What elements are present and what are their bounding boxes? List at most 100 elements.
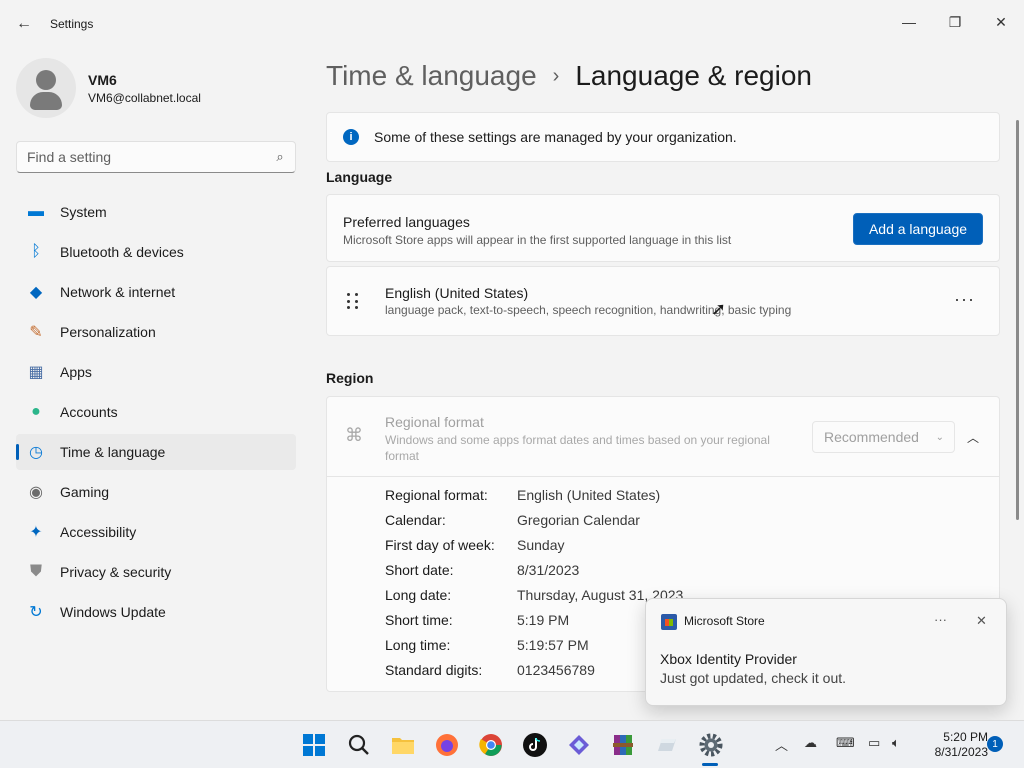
- format-value: 5:19:57 PM: [517, 637, 589, 653]
- minimize-button[interactable]: —: [886, 6, 932, 38]
- sidebar-item-label: Privacy & security: [60, 564, 172, 580]
- region-heading: Region: [326, 370, 374, 386]
- accessibility-icon: ✦: [29, 524, 43, 541]
- person-icon: ●: [31, 403, 41, 420]
- chevron-up-icon[interactable]: ︿: [967, 429, 979, 446]
- user-profile[interactable]: VM6 VM6@collabnet.local: [16, 58, 201, 118]
- format-row: Short time: 5:19 PM: [385, 612, 683, 637]
- format-row: Standard digits: 0123456789: [385, 662, 683, 687]
- copilot-button[interactable]: [565, 731, 593, 759]
- sidebar-item-windows-update[interactable]: ↻ Windows Update: [16, 594, 296, 630]
- sidebar-item-bluetooth[interactable]: ᛒ Bluetooth & devices: [16, 234, 296, 270]
- onedrive-icon[interactable]: ☁: [804, 735, 817, 751]
- sidebar-item-label: Accessibility: [60, 524, 137, 540]
- winrar-button[interactable]: [609, 731, 637, 759]
- search-icon: ⌕: [276, 149, 284, 164]
- format-label: Standard digits:: [385, 662, 483, 678]
- format-label: Long time:: [385, 637, 451, 653]
- search-icon: [348, 734, 369, 755]
- profile-name: VM6: [88, 71, 117, 88]
- globe-clock-icon: ◷: [29, 444, 43, 461]
- restore-icon: ❐: [948, 13, 962, 30]
- minimize-icon: —: [902, 14, 916, 30]
- volume-icon[interactable]: 🔈︎: [892, 735, 900, 751]
- search-box[interactable]: ⌕: [16, 141, 296, 173]
- sidebar-item-privacy[interactable]: ⛊ Privacy & security: [16, 554, 296, 590]
- sidebar-item-personalization[interactable]: ✎ Personalization: [16, 314, 296, 350]
- close-button[interactable]: ✕: [978, 6, 1024, 38]
- scrollbar[interactable]: [1016, 120, 1019, 520]
- regional-format-header[interactable]: ⌘ Regional format Windows and some apps …: [327, 397, 999, 477]
- back-arrow-icon: ←: [16, 15, 32, 32]
- format-label: First day of week:: [385, 537, 495, 553]
- sidebar-item-accessibility[interactable]: ✦ Accessibility: [16, 514, 296, 550]
- format-value: 5:19 PM: [517, 612, 570, 628]
- maximize-button[interactable]: ❐: [932, 6, 978, 38]
- notification-badge[interactable]: 1: [987, 736, 1003, 752]
- archive-icon: [613, 735, 633, 755]
- sidebar-item-apps[interactable]: ▦ Apps: [16, 354, 296, 390]
- format-label: Long date:: [385, 587, 452, 603]
- back-button[interactable]: ←: [12, 12, 36, 36]
- sidebar-item-label: Windows Update: [60, 604, 166, 620]
- taskbar-search-button[interactable]: [345, 731, 373, 759]
- tiktok-button[interactable]: [521, 731, 549, 759]
- clock-time: 5:20 PM: [943, 730, 988, 744]
- network-icon[interactable]: ▭: [868, 735, 880, 751]
- breadcrumb-parent[interactable]: Time & language: [326, 60, 537, 92]
- mouse-cursor-icon: ➚: [711, 299, 727, 319]
- sidebar-item-label: Apps: [60, 364, 92, 380]
- windows-logo-icon: [303, 734, 325, 756]
- search-input[interactable]: [17, 142, 265, 172]
- cloud-app-button[interactable]: [653, 731, 681, 759]
- language-entry-title: English (United States): [385, 285, 529, 301]
- keyboard-icon[interactable]: ⌨: [836, 735, 855, 751]
- sidebar-item-label: Bluetooth & devices: [60, 244, 184, 260]
- chevron-up-icon[interactable]: ︿: [775, 735, 788, 754]
- start-button[interactable]: [300, 731, 328, 759]
- bluetooth-icon: ᛒ: [31, 243, 41, 260]
- firefox-icon: [436, 734, 458, 756]
- format-label: Calendar:: [385, 512, 446, 528]
- clock[interactable]: 5:20 PM 8/31/2023: [918, 730, 988, 760]
- clock-date: 8/31/2023: [934, 745, 988, 759]
- system-icon: ▬: [28, 203, 44, 220]
- managed-info-bar: i Some of these settings are managed by …: [326, 112, 1000, 162]
- format-row: Short date: 8/31/2023: [385, 562, 683, 587]
- gear-icon: [699, 733, 723, 757]
- sidebar-item-time-language[interactable]: ◷ Time & language: [16, 434, 296, 470]
- preferred-languages-card: Preferred languages Microsoft Store apps…: [326, 194, 1000, 262]
- more-options-icon[interactable]: ···: [954, 289, 975, 310]
- toast-more-icon[interactable]: ···: [934, 612, 947, 627]
- language-entry-features: language pack, text-to-speech, speech re…: [385, 303, 792, 317]
- firefox-button[interactable]: [433, 731, 461, 759]
- format-label: Short time:: [385, 612, 453, 628]
- title-bar: ← Settings — ❐ ✕: [0, 0, 1024, 48]
- toast-notification[interactable]: Microsoft Store ··· ✕ Xbox Identity Prov…: [645, 598, 1007, 706]
- brush-icon: ✎: [29, 324, 43, 341]
- sidebar-item-system[interactable]: ▬ System: [16, 194, 296, 230]
- add-language-button[interactable]: Add a language: [853, 213, 983, 245]
- sidebar-item-gaming[interactable]: ◉ Gaming: [16, 474, 296, 510]
- shield-icon: ⛊: [29, 563, 42, 580]
- language-entry-english-us[interactable]: English (United States) language pack, t…: [326, 266, 1000, 336]
- format-row: Calendar: Gregorian Calendar: [385, 512, 683, 537]
- chrome-icon: [479, 734, 502, 756]
- language-heading: Language: [326, 169, 393, 185]
- format-value: Sunday: [517, 537, 565, 553]
- page-title: Language & region: [575, 60, 812, 91]
- active-app-indicator: [702, 763, 718, 766]
- toast-close-icon[interactable]: ✕: [976, 613, 987, 629]
- settings-taskbar-button[interactable]: [697, 731, 725, 759]
- file-explorer-button[interactable]: [389, 731, 417, 759]
- taskbar: ︿ ☁ ⌨ ▭ 🔈︎ 5:20 PM 8/31/2023 1: [0, 720, 1024, 768]
- regional-format-dropdown[interactable]: Recommended ⌄: [812, 421, 955, 453]
- app-title: Settings: [50, 17, 94, 31]
- tiktok-icon: [523, 733, 547, 757]
- sidebar-item-network[interactable]: ◆ Network & internet: [16, 274, 296, 310]
- chrome-button[interactable]: [477, 731, 505, 759]
- toast-body: Just got updated, check it out.: [660, 670, 847, 686]
- drag-handle-icon[interactable]: [347, 293, 361, 311]
- format-row: Long time: 5:19:57 PM: [385, 637, 683, 662]
- sidebar-item-accounts[interactable]: ● Accounts: [16, 394, 296, 430]
